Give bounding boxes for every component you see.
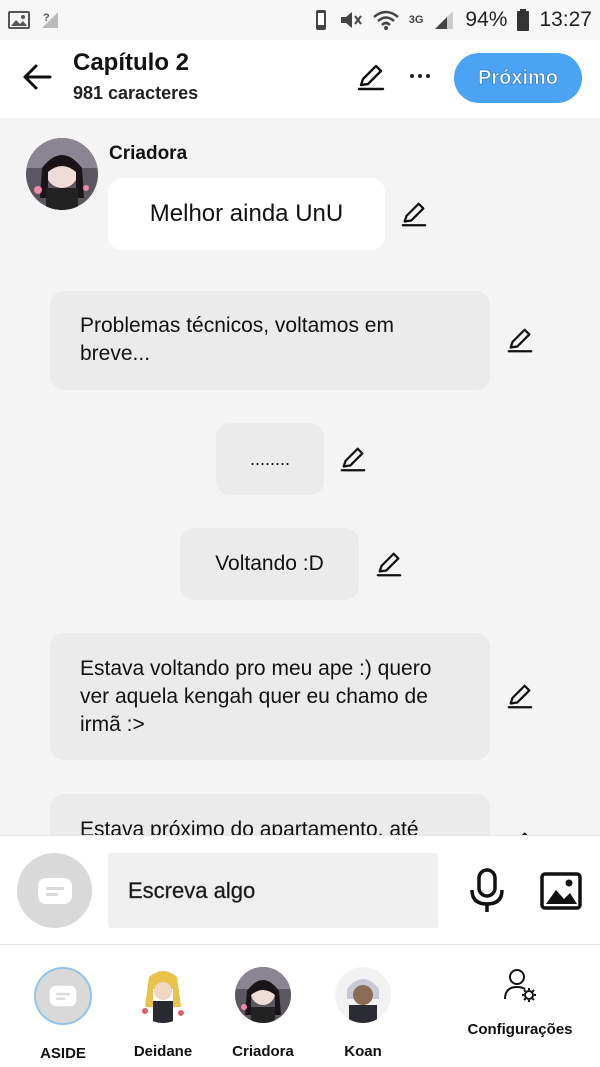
gallery-icon <box>540 872 582 910</box>
more-icon-dot <box>410 74 414 78</box>
character-bar: ASIDE Deidane Criadora Koan Configuraçõe… <box>0 945 600 1067</box>
edit-title-button[interactable] <box>356 62 386 92</box>
char-count: 981 caracteres <box>73 83 199 103</box>
image-notification-icon <box>8 11 30 29</box>
avatar <box>335 967 391 1023</box>
message-input[interactable] <box>108 853 438 928</box>
signal-question-icon: ? <box>40 10 60 30</box>
message-bubble[interactable]: Estava próximo do apartamento, até <box>50 794 490 835</box>
mute-icon <box>339 9 363 31</box>
status-bar: ? 3G 94% 13:27 <box>0 0 600 40</box>
message-bubble[interactable]: ........ <box>216 423 324 495</box>
svg-text:?: ? <box>43 12 50 24</box>
narrator-button[interactable] <box>17 853 92 928</box>
author-name: Criadora <box>109 143 188 164</box>
pencil-icon <box>357 64 385 91</box>
mic-icon <box>470 868 504 912</box>
back-button[interactable] <box>20 60 54 94</box>
battery-percent: 94% <box>465 8 508 31</box>
character-name: Deidane <box>133 1043 193 1060</box>
page-title: Capítulo 2 <box>73 49 190 76</box>
chat-bubble-icon <box>49 985 77 1007</box>
chapter-header: Capítulo 2 981 caracteres Próximo <box>0 40 600 118</box>
battery-icon <box>517 9 530 31</box>
settings-user-icon <box>504 969 536 1002</box>
message-text: Voltando :D <box>215 552 324 575</box>
character-name: Koan <box>344 1043 382 1060</box>
message-text: Estava voltando pro meu ape :) quero ver… <box>80 657 432 736</box>
message-bubble[interactable]: Voltando :D <box>180 528 359 600</box>
pencil-icon <box>507 684 533 709</box>
message-bubble[interactable]: Problemas técnicos, voltamos em breve... <box>50 291 490 390</box>
chat-area[interactable]: Criadora Melhor ainda UnU Problemas técn… <box>0 118 600 835</box>
clock: 13:27 <box>539 8 592 31</box>
character-name: ASIDE <box>40 1045 86 1062</box>
pencil-icon <box>507 328 533 353</box>
wifi-icon <box>372 9 399 31</box>
next-button[interactable]: Próximo <box>454 53 582 103</box>
vibrate-icon <box>313 9 329 31</box>
character-deidane[interactable]: Deidane <box>123 967 203 1060</box>
more-icon-dot <box>426 74 430 78</box>
title-block: Capítulo 2 981 caracteres <box>73 49 198 104</box>
more-options-button[interactable] <box>405 66 435 86</box>
character-aside[interactable]: ASIDE <box>23 967 103 1062</box>
message-text: Melhor ainda UnU <box>149 200 344 227</box>
edit-message-button[interactable] <box>400 200 428 228</box>
network-type: 3G <box>408 13 424 26</box>
message-bubble[interactable]: Estava voltando pro meu ape :) quero ver… <box>50 633 490 760</box>
character-koan[interactable]: Koan <box>323 967 403 1060</box>
message-text: Estava próximo do apartamento, até <box>80 818 419 835</box>
more-icon-dot <box>418 74 422 78</box>
avatar <box>235 967 291 1023</box>
character-name: Criadora <box>232 1043 294 1060</box>
edit-message-button[interactable] <box>506 326 534 354</box>
chat-bubble-icon <box>37 877 72 904</box>
edit-message-button[interactable] <box>339 445 367 473</box>
edit-message-button[interactable] <box>506 682 534 710</box>
settings-button[interactable]: Configurações <box>460 967 580 1038</box>
pencil-icon <box>340 447 366 472</box>
pencil-icon <box>376 552 402 577</box>
back-arrow-icon <box>23 64 52 90</box>
voice-button[interactable] <box>468 868 506 914</box>
signal-icon <box>433 10 455 30</box>
image-upload-button[interactable] <box>540 872 582 910</box>
character-criadora[interactable]: Criadora <box>223 967 303 1060</box>
message-bubble[interactable]: Melhor ainda UnU <box>108 178 385 250</box>
pencil-icon <box>401 202 427 227</box>
author-avatar[interactable] <box>26 138 98 210</box>
message-text: ........ <box>249 449 290 469</box>
avatar <box>135 967 191 1023</box>
compose-bar <box>0 835 600 945</box>
edit-message-button[interactable] <box>375 550 403 578</box>
settings-label: Configurações <box>467 1021 573 1038</box>
message-text: Problemas técnicos, voltamos em breve... <box>80 314 394 365</box>
aside-avatar <box>34 967 92 1025</box>
